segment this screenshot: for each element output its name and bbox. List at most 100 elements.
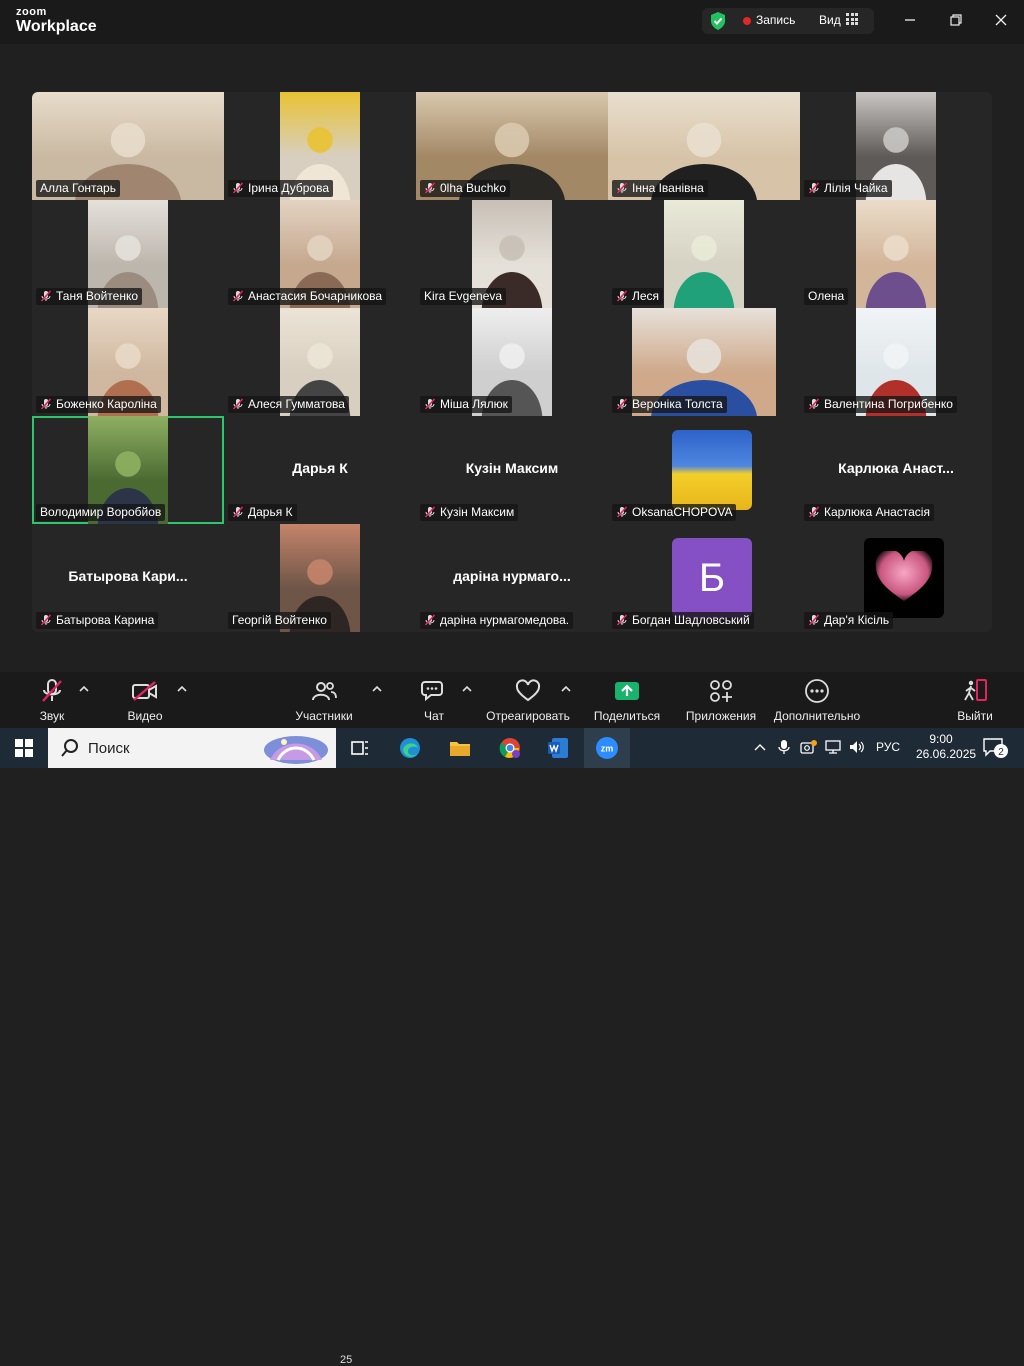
participant-tile[interactable]: 0lha Buchko — [416, 92, 608, 200]
leave-button[interactable]: Выйти — [955, 678, 995, 723]
participant-name-label: Володимир Воробйов — [36, 504, 166, 521]
mic-muted-icon — [616, 614, 628, 626]
participant-name-label: Олена — [804, 288, 849, 305]
participant-name: Kira Evgeneva — [424, 289, 503, 303]
close-button[interactable] — [989, 10, 1013, 30]
recording-label: Запись — [756, 13, 796, 27]
participant-tile[interactable]: Дар'я Кісіль — [800, 524, 992, 632]
participant-tile[interactable]: Георгій Войтенко — [224, 524, 416, 632]
apps-icon — [710, 680, 732, 702]
participant-tile[interactable]: OksanaCHOPOVA — [608, 416, 800, 524]
file-explorer-icon[interactable] — [448, 736, 472, 760]
participant-tile[interactable]: Алла Гонтарь — [32, 92, 224, 200]
participant-name-label: Карлюка Анастасія — [804, 504, 934, 521]
flag-avatar — [672, 430, 752, 510]
participants-label: Участники — [295, 709, 353, 723]
participant-tile[interactable]: Міша Лялюк — [416, 308, 608, 416]
participant-tile[interactable]: Інна Іванівна — [608, 92, 800, 200]
taskbar-search[interactable]: Поиск — [48, 728, 336, 768]
participant-tile[interactable]: Ірина Дуброва — [224, 92, 416, 200]
tray-chevron-up-icon[interactable] — [754, 742, 766, 752]
chat-options-chevron-icon[interactable] — [461, 684, 473, 694]
participant-tile[interactable]: Леся — [608, 200, 800, 308]
participants-options-chevron-icon[interactable] — [371, 684, 383, 694]
more-button[interactable]: Дополнительно — [772, 678, 862, 723]
participant-tile[interactable]: Боженко Кароліна — [32, 308, 224, 416]
participant-name-label: Батырова Карина — [36, 612, 159, 629]
tray-language[interactable]: РУС — [876, 740, 900, 754]
chat-button[interactable]: Чат — [416, 678, 452, 723]
audio-button[interactable]: Звук — [32, 678, 72, 723]
chrome-icon[interactable] — [498, 736, 522, 760]
video-options-chevron-icon[interactable] — [176, 684, 188, 694]
word-icon[interactable] — [546, 736, 570, 760]
participant-tile[interactable]: Таня Войтенко — [32, 200, 224, 308]
participant-name-label: даріна нурмагомедова. — [420, 612, 574, 629]
mic-muted-icon — [808, 614, 820, 626]
audio-options-chevron-icon[interactable] — [78, 684, 90, 694]
share-label: Поделиться — [593, 709, 661, 723]
participant-tile[interactable]: Карлюка Анаст... Карлюка Анастасія — [800, 416, 992, 524]
tray-clock[interactable]: 9:00 26.06.2025 — [916, 732, 977, 762]
mic-muted-icon — [424, 506, 436, 518]
participant-tile[interactable]: Олена — [800, 200, 992, 308]
participant-name-label: Алла Гонтарь — [36, 180, 120, 197]
tray-date: 26.06.2025 — [916, 747, 977, 761]
view-button[interactable]: Вид — [819, 12, 841, 28]
mic-muted-icon — [616, 506, 628, 518]
participant-tile[interactable]: Анастасия Бочарникова — [224, 200, 416, 308]
share-button[interactable]: Поделиться — [592, 678, 662, 723]
participant-tile[interactable]: даріна нурмаго... даріна нурмагомедова. — [416, 524, 608, 632]
participant-tile[interactable]: Б Богдан Шадловський — [608, 524, 800, 632]
participant-video — [856, 200, 936, 308]
notification-icon[interactable]: 2 — [982, 737, 1008, 759]
restore-button[interactable] — [944, 10, 968, 30]
participant-tile[interactable]: Володимир Воробйов — [32, 416, 224, 524]
windows-start-icon[interactable] — [15, 739, 33, 757]
participant-tile[interactable]: Кузін Максим Кузін Максим — [416, 416, 608, 524]
mic-muted-icon — [232, 506, 244, 518]
zoom-app-icon[interactable]: zm — [595, 736, 619, 760]
participant-name-label: Кузін Максим — [420, 504, 519, 521]
participant-name-label: Богдан Шадловський — [612, 612, 754, 629]
participant-video — [664, 200, 744, 308]
participant-display-name: Кузін Максим — [465, 460, 559, 476]
video-label: Видео — [127, 709, 163, 723]
video-button[interactable]: Видео — [122, 678, 168, 723]
mic-muted-icon — [424, 182, 436, 194]
participant-display-name: Карлюка Анаст... — [838, 460, 954, 476]
mic-muted-icon — [616, 398, 628, 410]
participants-button[interactable]: Участники — [292, 678, 356, 723]
mic-muted-icon — [232, 290, 244, 302]
mic-muted-icon — [40, 398, 52, 410]
participant-name-label: Алеся Гумматова — [228, 396, 349, 413]
tray-camera-icon[interactable] — [800, 739, 818, 755]
task-view-icon[interactable] — [348, 736, 372, 760]
participant-name: Алеся Гумматова — [248, 397, 345, 411]
react-options-chevron-icon[interactable] — [560, 684, 572, 694]
shield-check-icon[interactable] — [709, 11, 727, 31]
participant-name: Богдан Шадловський — [632, 613, 750, 627]
participant-tile[interactable]: Лілія Чайка — [800, 92, 992, 200]
tray-volume-icon[interactable] — [848, 739, 866, 755]
participant-tile[interactable]: Батырова Кари... Батырова Карина — [32, 524, 224, 632]
participant-tile[interactable]: Дарья К Дарья К — [224, 416, 416, 524]
participant-name-label: Леся — [612, 288, 664, 305]
edge-browser-icon[interactable] — [398, 736, 422, 760]
react-button[interactable]: Отреагировать — [484, 678, 572, 723]
brand-large: Workplace — [16, 18, 97, 35]
participant-name-label: Дарья К — [228, 504, 297, 521]
participant-tile[interactable]: Валентина Погрибенко — [800, 308, 992, 416]
recording-indicator[interactable]: Запись — [743, 12, 795, 28]
participant-tile[interactable]: Вероніка Толста — [608, 308, 800, 416]
participants-icon — [312, 682, 337, 701]
minimize-button[interactable] — [898, 10, 922, 30]
apps-button[interactable]: Приложения — [682, 678, 760, 723]
tray-network-icon[interactable] — [825, 739, 841, 755]
grid-view-icon[interactable] — [846, 13, 858, 25]
minimize-icon — [905, 19, 915, 21]
participant-tile[interactable]: Алеся Гумматова — [224, 308, 416, 416]
participant-name-label: Боженко Кароліна — [36, 396, 161, 413]
participant-tile[interactable]: Kira Evgeneva — [416, 200, 608, 308]
tray-mic-icon[interactable] — [778, 739, 790, 755]
